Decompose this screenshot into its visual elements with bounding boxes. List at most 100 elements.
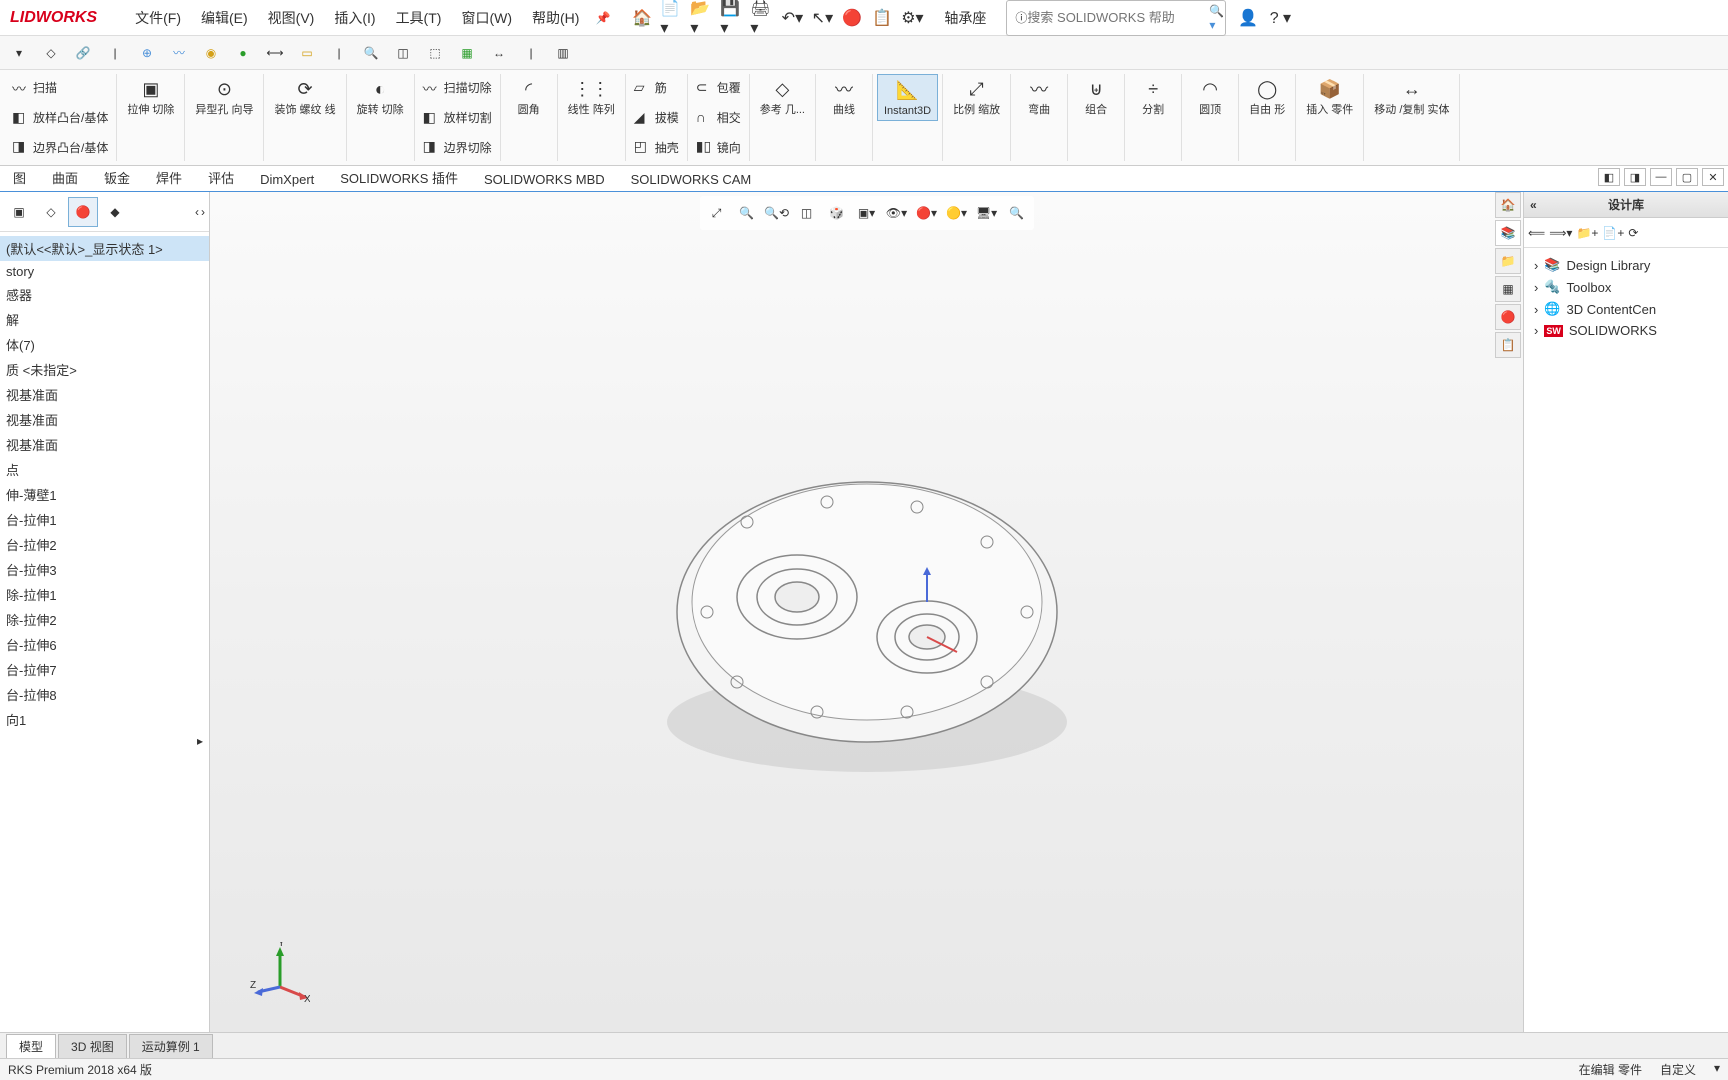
tree-item[interactable]: 台-拉伸2 [0,532,209,557]
qt-rect-icon[interactable]: ▭ [294,40,320,66]
save-icon[interactable]: 💾▾ [720,6,744,30]
tree-item[interactable]: 感器 [0,282,209,307]
model-viewport[interactable]: ⤢ 🔍 🔍⟲ ◫ 🎲 ▣▾ 👁▾ 🔴▾ 🟡▾ 🖥▾ 🔍 [210,192,1523,1032]
flex-button[interactable]: 〰弯曲 [1015,74,1063,119]
options-icon[interactable]: 📋 [870,6,894,30]
sweep-cut-button[interactable]: 〰扫描切除 [419,74,496,102]
search-box[interactable]: ⓘ 🔍▾ [1006,0,1226,36]
refresh-icon[interactable]: ⟳ [1628,226,1638,240]
forward-icon[interactable]: ⟹▾ [1549,226,1572,240]
qt-section-icon[interactable]: ◫ [390,40,416,66]
scene-icon[interactable]: 🟡▾ [944,200,970,226]
print-icon[interactable]: 🖨▾ [750,6,774,30]
axis-triad[interactable]: Y X Z [250,942,310,1002]
panel-left-icon[interactable]: ◧ [1598,168,1620,186]
extrude-cut-button[interactable]: ▣拉伸 切除 [121,74,180,119]
tree-item[interactable]: 视基准面 [0,382,209,407]
taskpane-home-icon[interactable]: 🏠 [1495,192,1521,218]
tree-item[interactable]: 台-拉伸8 [0,682,209,707]
menu-edit[interactable]: 编辑(E) [193,2,256,34]
combine-button[interactable]: ⊎组合 [1072,74,1120,119]
taskpane-explorer-icon[interactable]: 📁 [1495,248,1521,274]
tab-evaluate[interactable]: 评估 [195,163,247,191]
qt-view-icon[interactable]: ⬚ [422,40,448,66]
scale-button[interactable]: ⤢比例 缩放 [947,74,1006,119]
freeform-button[interactable]: ◯自由 形 [1243,74,1291,119]
menu-window[interactable]: 窗口(W) [453,2,520,34]
rebuild-icon[interactable]: 🔴 [840,6,864,30]
menu-view[interactable]: 视图(V) [260,2,323,34]
display-style-icon[interactable]: ▣▾ [854,200,880,226]
tree-item[interactable]: story [0,261,209,282]
tab-motion[interactable]: 运动算例 1 [129,1034,213,1058]
tree-item[interactable]: 台-拉伸3 [0,557,209,582]
tab-addins[interactable]: SOLIDWORKS 插件 [327,163,471,191]
qt-dim-icon[interactable]: ↔ [486,40,512,66]
fp-tab-4[interactable]: ◆ [100,197,130,227]
qt-compare-icon[interactable]: ▥ [550,40,576,66]
user-icon[interactable]: 👤 [1236,6,1260,30]
qt-icon-1[interactable]: ▾ [6,40,32,66]
tree-item[interactable]: 视基准面 [0,432,209,457]
add-file-icon[interactable]: 📄+ [1602,226,1624,240]
search-icon[interactable]: 🔍▾ [1209,4,1224,32]
settings-icon[interactable]: ⚙▾ [900,6,924,30]
library-item[interactable]: › SW SOLIDWORKS [1530,320,1722,341]
qt-target-icon[interactable]: ⊕ [134,40,160,66]
wrap-button[interactable]: ⊂包覆 [692,74,745,102]
tree-item[interactable]: 伸-薄壁1 [0,482,209,507]
library-item[interactable]: › 🌐 3D ContentCen [1530,298,1722,320]
taskpane-views-icon[interactable]: ▦ [1495,276,1521,302]
boundary-cut-button[interactable]: ◨边界切除 [419,133,496,161]
intersect-button[interactable]: ∩相交 [692,104,745,132]
taskpane-library-icon[interactable]: 📚 [1495,220,1521,246]
status-custom[interactable]: 自定义 [1660,1061,1696,1078]
appearance-icon[interactable]: 🔴▾ [914,200,940,226]
qt-body-icon[interactable]: ◉ [198,40,224,66]
tab-cam[interactable]: SOLIDWORKS CAM [618,167,765,191]
section-view-icon[interactable]: ◫ [794,200,820,226]
tree-item[interactable]: 除-拉伸2 [0,607,209,632]
tree-item[interactable]: 向1 [0,707,209,732]
hole-wizard-button[interactable]: ⊙异型孔 向导 [189,74,259,119]
qt-green-icon[interactable]: ● [230,40,256,66]
taskpane-props-icon[interactable]: 📋 [1495,332,1521,358]
render-icon[interactable]: 🔍 [1004,200,1030,226]
status-dropdown-icon[interactable]: ▾ [1714,1061,1720,1078]
split-button[interactable]: ÷分割 [1129,74,1177,119]
tab-model[interactable]: 模型 [6,1034,56,1058]
rib-button[interactable]: ▱筋 [630,74,683,102]
tree-item[interactable]: 体(7) [0,332,209,357]
boundary-button[interactable]: ◨边界凸台/基体 [8,133,112,161]
mirror-button[interactable]: ▮▯镜向 [692,133,745,161]
tab-3d-view[interactable]: 3D 视图 [58,1034,127,1058]
tree-expand-icon[interactable]: ▸ [0,732,209,750]
library-item[interactable]: › 🔩 Toolbox [1530,276,1722,298]
scroll-right-icon[interactable]: › [201,205,205,219]
tree-item[interactable]: 质 <未指定> [0,357,209,382]
home-icon[interactable]: 🏠 [630,6,654,30]
close-button[interactable]: ✕ [1702,168,1724,186]
tab-partial-1[interactable]: 图 [0,163,39,191]
zoom-fit-icon[interactable]: ⤢ [704,200,730,226]
back-icon[interactable]: ⟸ [1528,226,1545,240]
tree-item[interactable]: 台-拉伸1 [0,507,209,532]
qt-measure-icon[interactable]: ⟷ [262,40,288,66]
library-item[interactable]: › 📚 Design Library [1530,254,1722,276]
menu-file[interactable]: 文件(F) [127,2,189,34]
tab-mbd[interactable]: SOLIDWORKS MBD [471,167,618,191]
tree-item[interactable]: 解 [0,307,209,332]
qt-search-icon[interactable]: 🔍 [358,40,384,66]
tab-dimxpert[interactable]: DimXpert [247,167,327,191]
tree-root[interactable]: (默认<<默认>_显示状态 1> [0,236,209,261]
new-icon[interactable]: 📄▾ [660,6,684,30]
tree-item[interactable]: 视基准面 [0,407,209,432]
undo-icon[interactable]: ↶▾ [780,6,804,30]
menu-insert[interactable]: 插入(I) [326,2,383,34]
tree-item[interactable]: 除-拉伸1 [0,582,209,607]
scroll-left-icon[interactable]: ‹ [195,205,199,219]
fp-tab-appearance[interactable]: 🔴 [68,197,98,227]
taskpane-appearance-icon[interactable]: 🔴 [1495,304,1521,330]
linear-pattern-button[interactable]: ⋮⋮线性 阵列 [562,74,621,119]
maximize-button[interactable]: ▢ [1676,168,1698,186]
